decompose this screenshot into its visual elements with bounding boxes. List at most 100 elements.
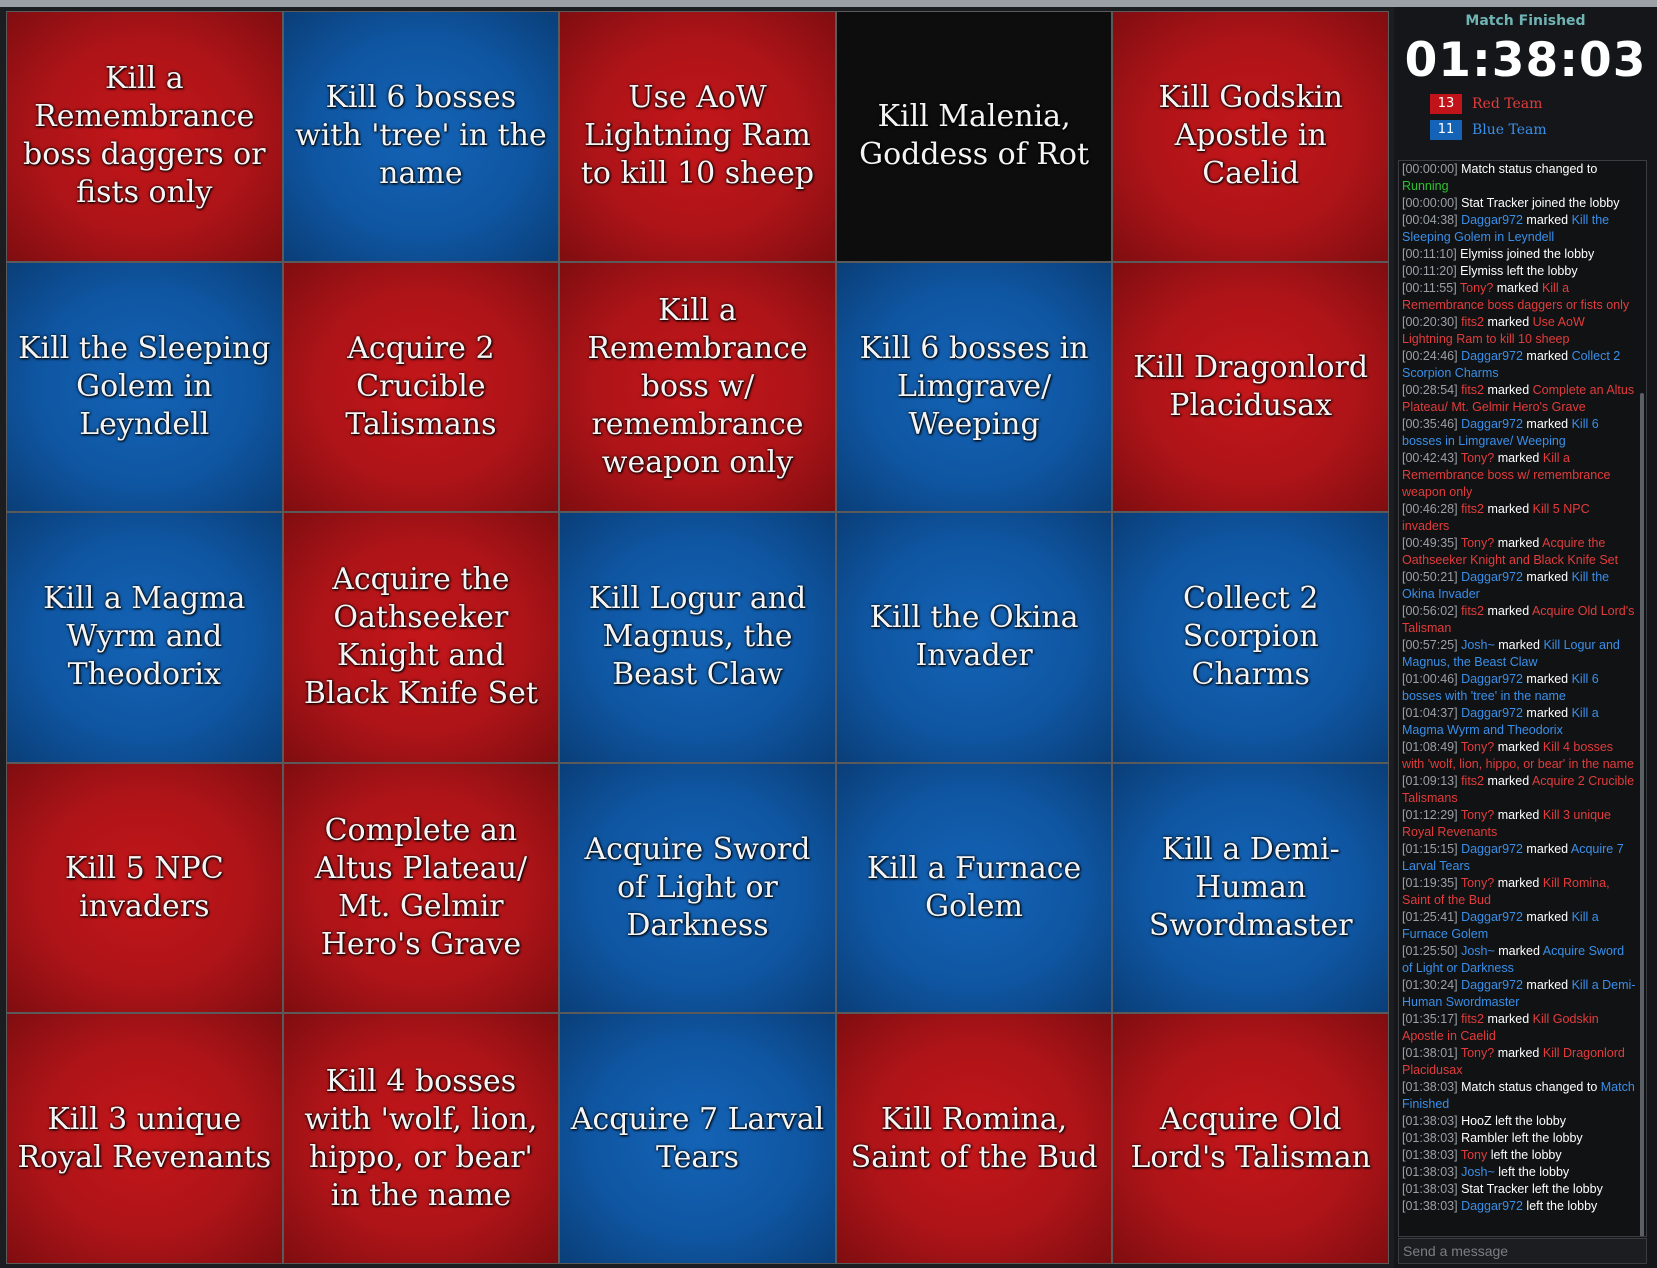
send-message-input[interactable] bbox=[1398, 1238, 1647, 1264]
chat-text: marked bbox=[1522, 672, 1572, 686]
chat-text: left the lobby bbox=[1487, 1148, 1562, 1162]
bingo-cell[interactable]: Acquire Old Lord's Talisman bbox=[1112, 1013, 1389, 1264]
chat-text: fits2 bbox=[1457, 604, 1485, 618]
chat-message: [01:38:03] HooZ left the lobby bbox=[1402, 1113, 1636, 1130]
chat-message: [01:25:50] Josh~ marked Acquire Sword of… bbox=[1402, 943, 1636, 977]
bingo-cell[interactable]: Kill a Remembrance boss w/ remembrance w… bbox=[559, 261, 836, 513]
chat-text: Daggar972 bbox=[1457, 570, 1523, 584]
chat-timestamp: [00:49:35] bbox=[1402, 536, 1458, 550]
chat-message: [01:25:41] Daggar972 marked Kill a Furna… bbox=[1402, 909, 1636, 943]
chat-text: Tony? bbox=[1457, 876, 1495, 890]
chat-text: Tony? bbox=[1457, 536, 1495, 550]
chat-timestamp: [01:08:49] bbox=[1402, 740, 1458, 754]
chat-text: fits2 bbox=[1457, 383, 1485, 397]
chat-text: marked bbox=[1484, 502, 1533, 516]
bingo-cell[interactable]: Acquire Sword of Light or Darkness bbox=[559, 762, 836, 1014]
blue-team-row: 11 Blue Team bbox=[1430, 119, 1657, 141]
chat-text: Josh~ bbox=[1457, 1165, 1495, 1179]
chat-message: [01:09:13] fits2 marked Acquire 2 Crucib… bbox=[1402, 773, 1636, 807]
chat-timestamp: [00:00:00] bbox=[1402, 162, 1458, 176]
chat-text: fits2 bbox=[1457, 502, 1485, 516]
chat-timestamp: [00:04:38] bbox=[1402, 213, 1458, 227]
bingo-cell[interactable]: Kill a Furnace Golem bbox=[835, 762, 1113, 1014]
chat-timestamp: [01:15:15] bbox=[1402, 842, 1458, 856]
chat-message: [01:38:01] Tony? marked Kill Dragonlord … bbox=[1402, 1045, 1636, 1079]
chat-text: Elymiss joined the lobby bbox=[1456, 247, 1595, 261]
bingo-cell[interactable]: Acquire 7 Larval Tears bbox=[559, 1013, 836, 1264]
bingo-cell[interactable]: Kill 6 bosses in Limgrave/ Weeping bbox=[835, 261, 1113, 513]
blue-team-score: 11 bbox=[1430, 120, 1462, 140]
bingo-cell[interactable]: Use AoW Lightning Ram to kill 10 sheep bbox=[559, 11, 836, 262]
chat-timestamp: [01:30:24] bbox=[1402, 978, 1458, 992]
chat-message: [00:20:30] fits2 marked Use AoW Lightnin… bbox=[1402, 314, 1636, 348]
chat-text: left the lobby bbox=[1522, 1199, 1598, 1213]
chat-message: [00:56:02] fits2 marked Acquire Old Lord… bbox=[1402, 603, 1636, 637]
chat-text: marked bbox=[1494, 1046, 1543, 1060]
chat-log[interactable]: [00:00:00] Match status changed to Runni… bbox=[1398, 160, 1647, 1237]
chat-scrollbar[interactable] bbox=[1640, 393, 1644, 1236]
chat-timestamp: [00:57:25] bbox=[1402, 638, 1458, 652]
chat-text: Josh~ bbox=[1457, 944, 1495, 958]
chat-timestamp: [00:20:30] bbox=[1402, 315, 1458, 329]
chat-message: [01:12:29] Tony? marked Kill 3 unique Ro… bbox=[1402, 807, 1636, 841]
chat-text: Match status changed to bbox=[1457, 162, 1598, 176]
chat-timestamp: [00:28:54] bbox=[1402, 383, 1458, 397]
chat-text: Tony bbox=[1457, 1148, 1488, 1162]
chat-text: marked bbox=[1484, 774, 1532, 788]
chat-message: [01:00:46] Daggar972 marked Kill 6 bosse… bbox=[1402, 671, 1636, 705]
chat-message: [00:42:43] Tony? marked Kill a Remembran… bbox=[1402, 450, 1636, 501]
bingo-cell[interactable]: Kill Malenia, Goddess of Rot bbox=[835, 11, 1113, 262]
chat-text: marked bbox=[1494, 944, 1543, 958]
chat-text: Tony? bbox=[1457, 808, 1495, 822]
chat-message: [01:38:03] Tony left the lobby bbox=[1402, 1147, 1636, 1164]
bingo-cell[interactable]: Kill a Demi-Human Swordmaster bbox=[1112, 762, 1389, 1014]
chat-text: marked bbox=[1493, 281, 1542, 295]
bingo-cell[interactable]: Kill 4 bosses with 'wolf, lion, hippo, o… bbox=[282, 1013, 560, 1264]
sidebar: Match Finished 01:38:03 13 Red Team 11 B… bbox=[1394, 7, 1657, 1268]
chat-timestamp: [00:00:00] bbox=[1402, 196, 1458, 210]
bingo-cell[interactable]: Kill Dragonlord Placidusax bbox=[1112, 261, 1389, 513]
chat-text: fits2 bbox=[1457, 774, 1485, 788]
chat-message: [00:04:38] Daggar972 marked Kill the Sle… bbox=[1402, 212, 1636, 246]
chat-message: [01:19:35] Tony? marked Kill Romina, Sai… bbox=[1402, 875, 1636, 909]
chat-text: Stat Tracker joined the lobby bbox=[1457, 196, 1620, 210]
chat-message: [01:30:24] Daggar972 marked Kill a Demi-… bbox=[1402, 977, 1636, 1011]
chat-message: [01:15:15] Daggar972 marked Acquire 7 La… bbox=[1402, 841, 1636, 875]
chat-text: Daggar972 bbox=[1457, 842, 1523, 856]
bingo-cell[interactable]: Kill a Magma Wyrm and Theodorix bbox=[6, 512, 283, 763]
chat-text: marked bbox=[1484, 604, 1532, 618]
chat-message: [01:38:03] Josh~ left the lobby bbox=[1402, 1164, 1636, 1181]
bingo-cell[interactable]: Kill a Remembrance boss daggers or fists… bbox=[6, 11, 283, 262]
chat-text: marked bbox=[1522, 213, 1572, 227]
chat-text: Daggar972 bbox=[1457, 1199, 1523, 1213]
chat-text: fits2 bbox=[1457, 1012, 1485, 1026]
red-team-row: 13 Red Team bbox=[1430, 93, 1657, 115]
bingo-cell[interactable]: Kill the Okina Invader bbox=[835, 512, 1113, 763]
chat-timestamp: [00:42:43] bbox=[1402, 451, 1458, 465]
bingo-cell[interactable]: Kill Logur and Magnus, the Beast Claw bbox=[559, 512, 836, 763]
bingo-cell[interactable]: Acquire the Oathseeker Knight and Black … bbox=[282, 512, 560, 763]
chat-timestamp: [00:46:28] bbox=[1402, 502, 1458, 516]
chat-timestamp: [00:11:55] bbox=[1402, 281, 1457, 295]
bingo-cell[interactable]: Kill 6 bosses with 'tree' in the name bbox=[282, 11, 560, 262]
bingo-cell[interactable]: Kill 3 unique Royal Revenants bbox=[6, 1013, 283, 1264]
bingo-cell[interactable]: Kill Romina, Saint of the Bud bbox=[835, 1013, 1113, 1264]
chat-message: [01:38:03] Rambler left the lobby bbox=[1402, 1130, 1636, 1147]
chat-message: [01:38:03] Daggar972 left the lobby bbox=[1402, 1198, 1636, 1215]
chat-text: marked bbox=[1522, 706, 1572, 720]
chat-text: Daggar972 bbox=[1457, 978, 1523, 992]
bingo-cell[interactable]: Acquire 2 Crucible Talismans bbox=[282, 261, 560, 513]
chat-text: Tony? bbox=[1457, 740, 1495, 754]
chat-timestamp: [01:25:50] bbox=[1402, 944, 1458, 958]
chat-text: Stat Tracker left the lobby bbox=[1457, 1182, 1603, 1196]
bingo-cell[interactable]: Kill 5 NPC invaders bbox=[6, 762, 283, 1014]
bingo-cell[interactable]: Collect 2 Scorpion Charms bbox=[1112, 512, 1389, 763]
chat-timestamp: [01:25:41] bbox=[1402, 910, 1458, 924]
chat-timestamp: [01:00:46] bbox=[1402, 672, 1458, 686]
chat-text: marked bbox=[1494, 451, 1543, 465]
bingo-cell[interactable]: Kill the Sleeping Golem in Leyndell bbox=[6, 261, 283, 513]
chat-timestamp: [01:38:03] bbox=[1402, 1148, 1458, 1162]
chat-timestamp: [01:38:03] bbox=[1402, 1199, 1458, 1213]
bingo-cell[interactable]: Complete an Altus Plateau/ Mt. Gelmir He… bbox=[282, 762, 560, 1014]
bingo-cell[interactable]: Kill Godskin Apostle in Caelid bbox=[1112, 11, 1389, 262]
